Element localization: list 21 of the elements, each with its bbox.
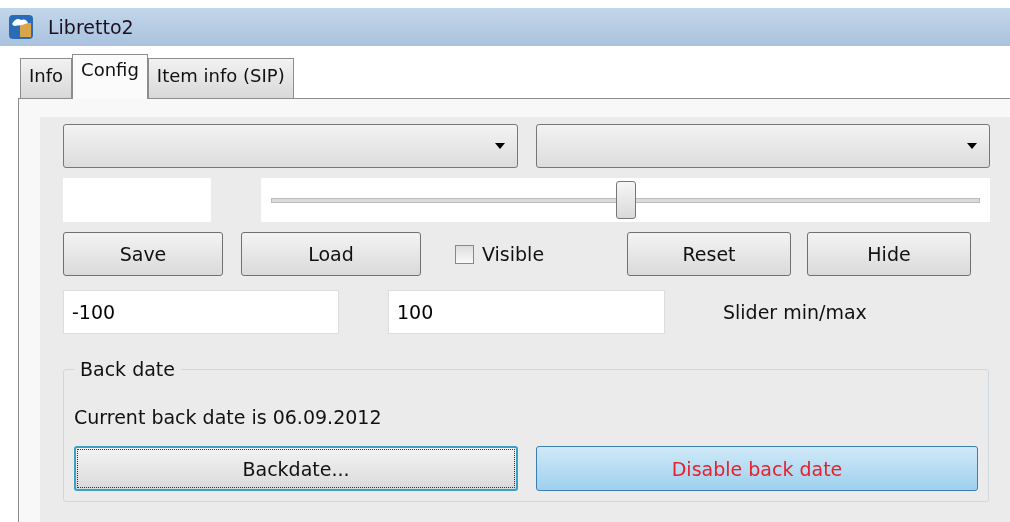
button[interactable]: Load bbox=[241, 232, 421, 276]
tab[interactable]: Item info (SIP) bbox=[147, 58, 294, 98]
slider-range-label: Slider min/max bbox=[723, 301, 867, 323]
window-title: Libretto2 bbox=[48, 16, 134, 38]
dropdown[interactable] bbox=[535, 124, 990, 168]
tab[interactable]: Config bbox=[72, 54, 148, 99]
caret-icon bbox=[967, 143, 977, 149]
dropdown[interactable] bbox=[63, 124, 518, 168]
slider[interactable] bbox=[261, 178, 990, 222]
visible-checkbox[interactable]: Visible bbox=[455, 243, 611, 265]
button[interactable]: Hide bbox=[807, 232, 971, 276]
input-field[interactable]: 100 bbox=[388, 290, 665, 334]
button[interactable]: Backdate... bbox=[74, 446, 518, 491]
back-date-text: Current back date is 06.09.2012 bbox=[74, 406, 383, 428]
slider-thumb[interactable] bbox=[615, 180, 636, 219]
caret-icon bbox=[494, 143, 505, 149]
app-icon bbox=[8, 14, 34, 40]
input-field[interactable]: -100 bbox=[63, 290, 339, 334]
button[interactable]: Reset bbox=[627, 232, 791, 276]
button[interactable]: Save bbox=[63, 232, 223, 276]
tab[interactable]: Info bbox=[20, 58, 73, 98]
